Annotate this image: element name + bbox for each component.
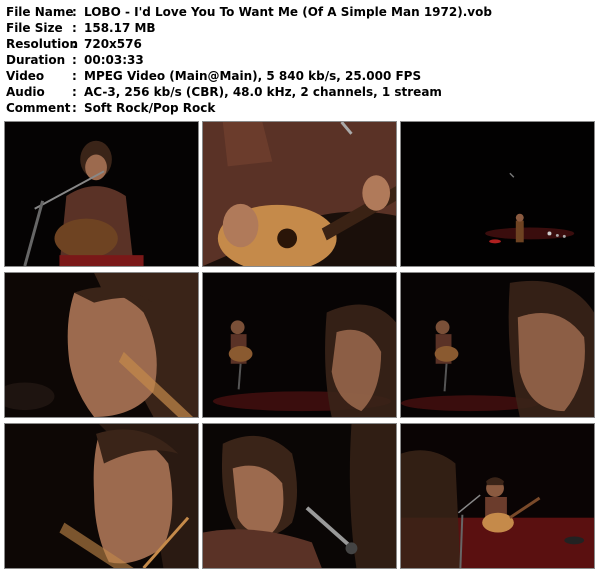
- comment-row: Comment : Soft Rock/Pop Rock: [6, 100, 492, 116]
- video-thumbnail[interactable]: [202, 121, 397, 267]
- duration-value: 00:03:33: [84, 53, 144, 67]
- comment-value: Soft Rock/Pop Rock: [84, 101, 216, 115]
- separator: :: [72, 37, 77, 51]
- duration-row: Duration : 00:03:33: [6, 52, 492, 68]
- duration-label: Duration: [6, 53, 66, 67]
- video-label: Video: [6, 69, 45, 83]
- file-name-value: LOBO - I'd Love You To Want Me (Of A Sim…: [84, 5, 492, 19]
- video-value: MPEG Video (Main@Main), 5 840 kb/s, 25.0…: [84, 69, 422, 83]
- separator: :: [72, 53, 77, 67]
- resolution-label: Resolution: [6, 37, 79, 51]
- file-size-value: 158.17 MB: [84, 21, 156, 35]
- separator: :: [72, 85, 77, 99]
- video-thumbnail[interactable]: [4, 272, 199, 418]
- audio-row: Audio : AC-3, 256 kb/s (CBR), 48.0 kHz, …: [6, 84, 492, 100]
- video-thumbnail[interactable]: [400, 272, 595, 418]
- separator: :: [72, 21, 77, 35]
- file-info-panel: File Name : LOBO - I'd Love You To Want …: [6, 4, 492, 116]
- resolution-value: 720x576: [84, 37, 142, 51]
- video-thumbnail[interactable]: [400, 423, 595, 569]
- video-thumbnail[interactable]: [202, 272, 397, 418]
- separator: :: [72, 5, 77, 19]
- video-thumbnail[interactable]: [202, 423, 397, 569]
- file-name-label: File Name: [6, 5, 74, 19]
- audio-label: Audio: [6, 85, 45, 99]
- audio-value: AC-3, 256 kb/s (CBR), 48.0 kHz, 2 channe…: [84, 85, 442, 99]
- file-size-row: File Size : 158.17 MB: [6, 20, 492, 36]
- video-row: Video : MPEG Video (Main@Main), 5 840 kb…: [6, 68, 492, 84]
- comment-label: Comment: [6, 101, 71, 115]
- resolution-row: Resolution : 720x576: [6, 36, 492, 52]
- thumbnail-grid: [4, 121, 596, 569]
- video-thumbnail[interactable]: [4, 423, 199, 569]
- file-size-label: File Size: [6, 21, 63, 35]
- video-thumbnail[interactable]: [400, 121, 595, 267]
- video-thumbnail[interactable]: [4, 121, 199, 267]
- separator: :: [72, 101, 77, 115]
- file-name-row: File Name : LOBO - I'd Love You To Want …: [6, 4, 492, 20]
- separator: :: [72, 69, 77, 83]
